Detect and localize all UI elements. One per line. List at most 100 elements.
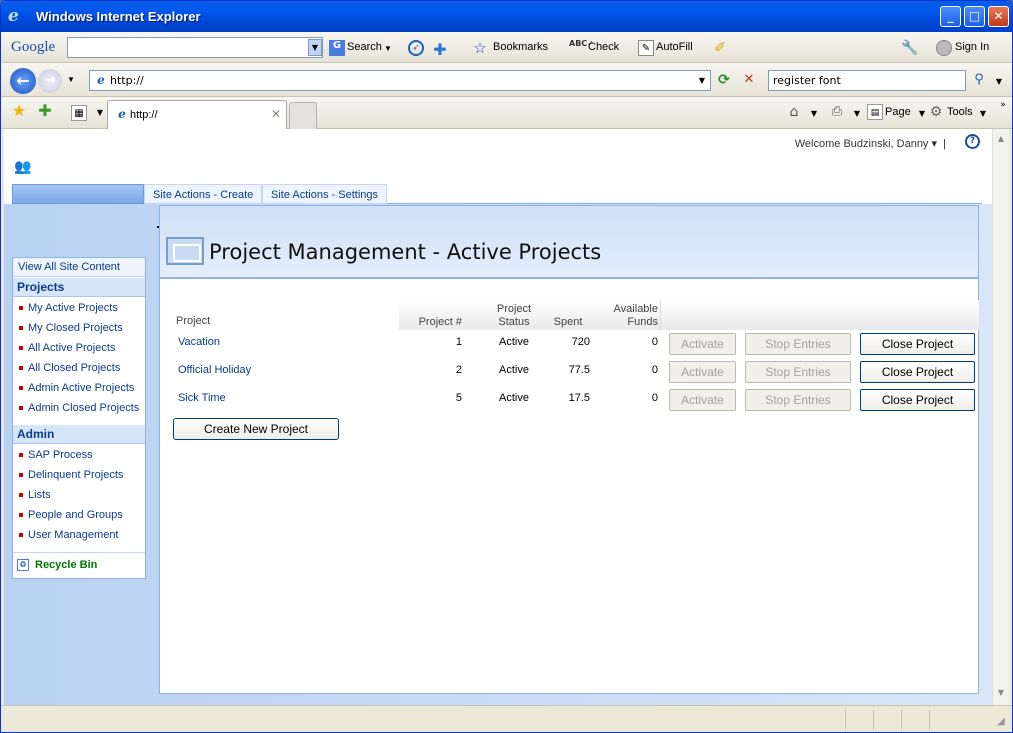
highlighter-icon[interactable]: ✐ [712,40,728,56]
chevron-more-icon[interactable]: » [995,97,1011,113]
nav-my-closed-projects[interactable]: My Closed Projects [19,322,123,334]
maximize-button[interactable]: □ [964,6,985,27]
site-actions-create[interactable]: Site Actions - Create [144,184,263,204]
home-dropdown-icon[interactable]: ▼ [806,106,822,122]
minimize-button[interactable]: _ [940,6,961,27]
recycle-bin-link[interactable]: ♻ Recycle Bin [13,552,145,578]
quick-tabs-icon[interactable]: ▦ [71,105,87,121]
spellcheck-icon: ABC✓ [569,39,594,48]
nav-admin-active-projects[interactable]: Admin Active Projects [19,382,134,394]
stop-entries-button[interactable]: Stop Entries [745,333,851,355]
nav-user-management[interactable]: User Management [19,529,119,541]
star-bookmark-icon: ☆ [473,39,487,57]
project-name[interactable]: Official Holiday [178,364,251,376]
resize-grip-icon[interactable]: ◢ [993,714,1009,730]
project-name[interactable]: Sick Time [178,392,226,404]
nav-lists[interactable]: Lists [19,489,51,501]
site-actions-settings[interactable]: Site Actions - Settings [262,184,387,204]
tools-dropdown-icon[interactable]: ▼ [975,106,991,122]
page-menu-icon: ▤ [867,104,883,120]
nav-my-active-projects[interactable]: My Active Projects [19,302,118,314]
close-project-button[interactable]: Close Project [860,389,975,411]
title-bar: e Windows Internet Explorer _ □ ✕ [1,1,1012,32]
tab-title: http:// [130,109,158,121]
search-icon[interactable]: ⚲ [971,72,987,88]
activate-button[interactable]: Activate [669,333,736,355]
activate-button[interactable]: Activate [669,389,736,411]
col-project-number: Project # [418,316,462,328]
project-status: Active [499,392,529,404]
refresh-icon[interactable]: ⟳ [716,72,732,88]
close-project-button[interactable]: Close Project [860,333,975,355]
nav-label: Delinquent Projects [28,469,124,481]
nav-label: People and Groups [28,509,123,521]
stop-icon[interactable]: ✕ [741,72,757,88]
wrench-icon[interactable]: 🔧 [901,40,918,56]
plus-icon[interactable]: ✚ [432,40,448,59]
google-search-input[interactable] [67,37,323,58]
nav-admin-closed-projects[interactable]: Admin Closed Projects [19,402,139,414]
scroll-down-icon[interactable]: ▼ [993,685,1009,701]
search-dropdown-icon[interactable]: ▼ [308,39,322,56]
print-dropdown-icon[interactable]: ▼ [849,106,865,122]
project-spent: 77.5 [568,364,590,376]
print-icon[interactable]: ⎙ [829,104,845,120]
stop-entries-button[interactable]: Stop Entries [745,389,851,411]
autofill-button[interactable]: AutoFill [656,41,693,53]
tab-bar: ★ ✚ ▦ ▼ e http:// ✕ ⌂ ▼ ⎙ ▼ ▤ Page ▼ ⚙ T… [1,97,1012,129]
add-favorite-icon[interactable]: ✚ [37,103,53,119]
create-new-project-button[interactable]: Create New Project [173,418,339,440]
tab-close-icon[interactable]: ✕ [271,107,281,121]
stop-entries-button[interactable]: Stop Entries [745,361,851,383]
close-button[interactable]: ✕ [988,6,1009,27]
favorites-star-icon[interactable]: ★ [11,103,27,119]
scroll-up-icon[interactable]: ▲ [993,131,1009,147]
view-all-site-content-link[interactable]: View All Site Content [13,258,145,277]
nav-label: Admin Active Projects [28,382,135,394]
nav-people-and-groups[interactable]: People and Groups [19,509,123,521]
bookmarks-button[interactable]: Bookmarks [493,41,548,53]
project-name[interactable]: Vacation [178,336,220,348]
nav-all-closed-projects[interactable]: All Closed Projects [19,362,120,374]
welcome-menu[interactable]: Welcome Budzinski, Danny ▾ | [795,137,946,150]
bullet-icon [19,406,23,411]
history-dropdown-icon[interactable]: ▼ [67,75,75,84]
nav-delinquent-projects[interactable]: Delinquent Projects [19,469,123,481]
chevron-down-icon[interactable]: ▼ [384,44,392,53]
forward-button[interactable]: → [38,69,62,93]
help-icon[interactable]: ? [965,134,980,149]
google-search-button[interactable]: Search [347,41,382,53]
nav-label: Lists [28,489,51,501]
check-button[interactable]: Check [588,41,619,53]
page-title-area: Project Management - Active Projects [157,206,978,279]
compass-icon[interactable]: ➶ [408,40,424,56]
page-title-icon [166,237,204,265]
menu-lead-tab [12,184,144,204]
address-bar[interactable]: http:// [89,70,711,91]
new-tab-button[interactable] [289,102,317,129]
tab-active[interactable]: e http:// ✕ [107,100,287,129]
dot-mark [157,226,159,228]
address-dropdown-icon[interactable]: ▼ [694,73,710,89]
navigation-bar: ← → ▼ http:// e ▼ ⟳ ✕ register font ⚲ ▼ [1,63,1012,97]
page-title: Project Management - Active Projects [209,240,602,264]
admin-heading[interactable]: Admin [13,425,145,444]
activate-button[interactable]: Activate [669,361,736,383]
tools-menu-button[interactable]: Tools [947,106,973,118]
projects-heading[interactable]: Projects [13,278,145,297]
site-top-bar: Welcome Budzinski, Danny ▾ | ? [4,129,992,154]
live-search-input[interactable]: register font [768,70,966,91]
close-project-button[interactable]: Close Project [860,361,975,383]
search-options-icon[interactable]: ▼ [991,74,1007,90]
status-divider [929,710,930,730]
tab-list-icon[interactable]: ▼ [92,105,108,121]
vertical-scrollbar[interactable]: ▲ ▼ [992,129,1009,705]
sign-in-button[interactable]: Sign In [955,41,989,53]
home-icon[interactable]: ⌂ [786,104,802,120]
window-title: Windows Internet Explorer [36,9,201,24]
nav-sap-process[interactable]: SAP Process [19,449,93,461]
back-button[interactable]: ← [10,68,36,94]
nav-all-active-projects[interactable]: All Active Projects [19,342,115,354]
ie-logo-icon: e [8,6,19,26]
page-menu-button[interactable]: Page [885,106,911,118]
